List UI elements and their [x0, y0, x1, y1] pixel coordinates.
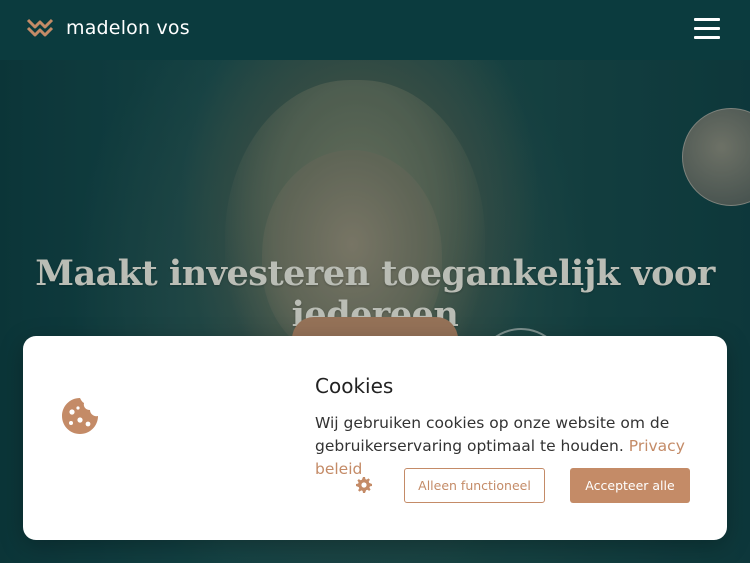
cookie-banner: Cookies Wij gebruiken cookies op onze we…: [23, 336, 727, 540]
cookie-description: Wij gebruiken cookies op onze website om…: [315, 414, 670, 455]
cookie-icon: [62, 398, 98, 434]
cookie-title: Cookies: [315, 374, 394, 398]
gear-icon[interactable]: [356, 477, 372, 493]
site-header: madelon vos: [0, 0, 750, 60]
hamburger-menu-icon[interactable]: [694, 18, 720, 40]
accept-all-button[interactable]: Accepteer alle: [570, 468, 690, 503]
double-chevron-logo-icon: [26, 18, 54, 37]
brand-logo[interactable]: madelon vos: [26, 16, 190, 40]
functional-only-button[interactable]: Alleen functioneel: [404, 468, 545, 503]
brand-name: madelon vos: [66, 17, 190, 39]
